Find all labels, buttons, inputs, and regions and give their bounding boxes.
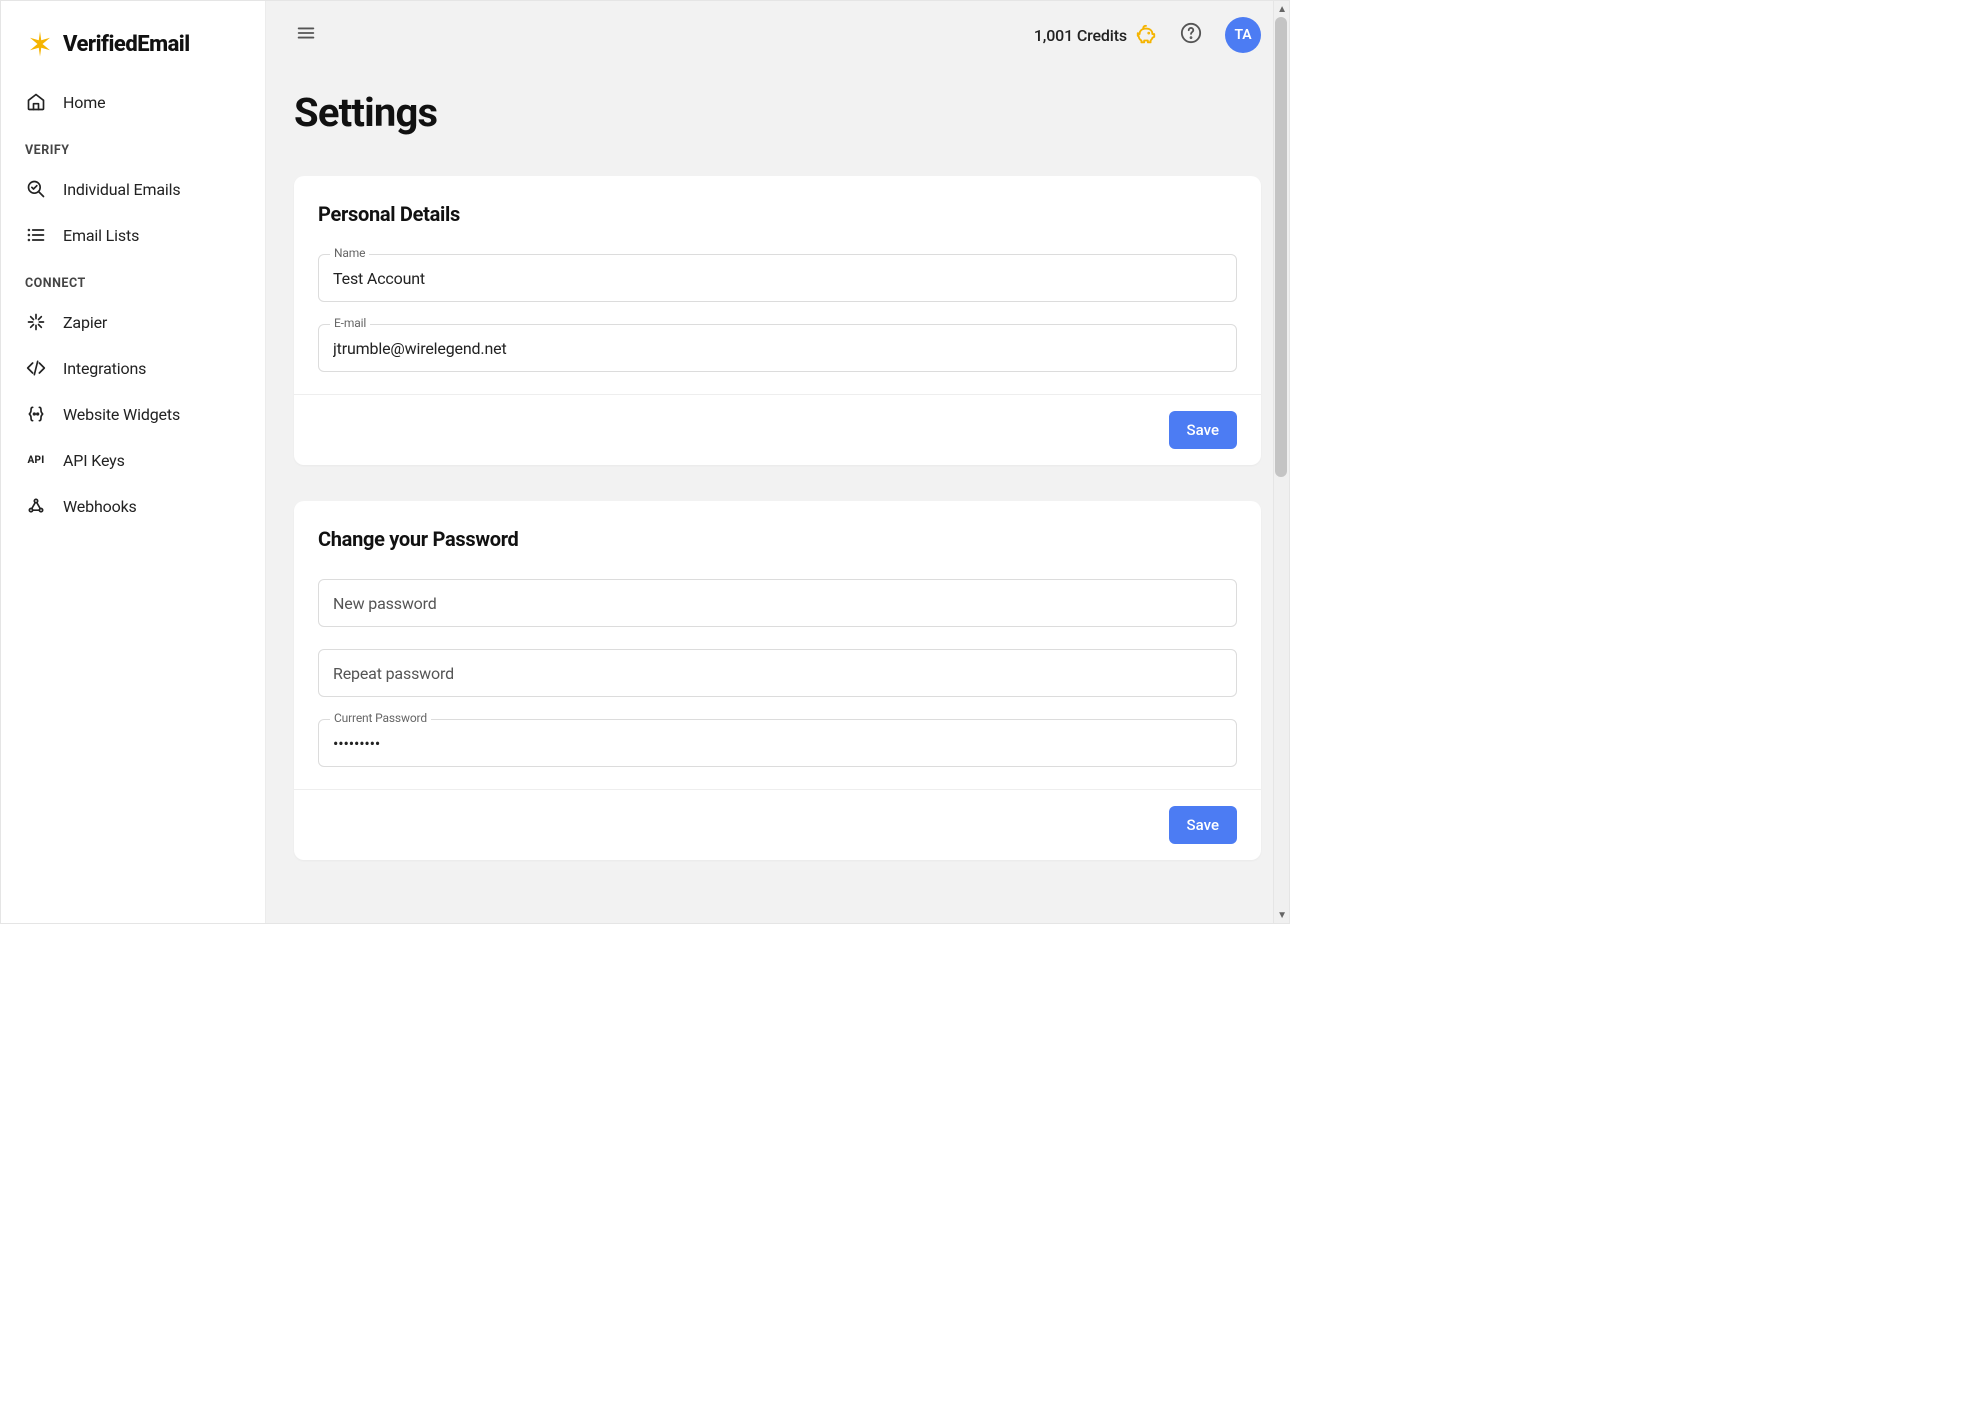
help-circle-icon [1180, 22, 1202, 48]
avatar-initials: TA [1235, 27, 1252, 43]
sidebar-item-individual-emails[interactable]: Individual Emails [15, 166, 251, 212]
sidebar-item-label: Integrations [63, 359, 146, 378]
sidebar-item-home[interactable]: Home [15, 79, 251, 125]
repeat-password-input[interactable] [318, 649, 1237, 697]
search-check-icon [25, 178, 47, 200]
brand-logo[interactable]: VerifiedEmail [15, 21, 251, 79]
sidebar-item-label: Home [63, 93, 105, 112]
sidebar-section-verify: VERIFY [15, 125, 251, 166]
sidebar-item-webhooks[interactable]: Webhooks [15, 483, 251, 529]
menu-toggle-button[interactable] [294, 23, 318, 47]
password-save-button[interactable]: Save [1169, 806, 1237, 844]
user-avatar[interactable]: TA [1225, 17, 1261, 53]
scroll-down-icon: ▼ [1274, 907, 1290, 923]
code-icon [25, 357, 47, 379]
name-input[interactable] [318, 254, 1237, 302]
credits-text: 1,001 Credits [1034, 26, 1127, 45]
personal-details-footer: Save [294, 394, 1261, 465]
change-password-footer: Save [294, 789, 1261, 860]
zapier-icon [25, 311, 47, 333]
braces-icon [25, 403, 47, 425]
repeat-password-field-wrapper [318, 649, 1237, 697]
sidebar-section-connect: CONNECT [15, 258, 251, 299]
sidebar: VerifiedEmail Home VERIFY Individual Ema… [1, 1, 266, 923]
piggy-bank-icon [1135, 24, 1157, 46]
content-scroll[interactable]: Settings Personal Details Name E-mail Sa… [266, 69, 1289, 923]
sidebar-item-integrations[interactable]: Integrations [15, 345, 251, 391]
new-password-field-wrapper [318, 579, 1237, 627]
sidebar-item-label: Email Lists [63, 226, 139, 245]
current-password-field-wrapper: Current Password [318, 719, 1237, 767]
new-password-input[interactable] [318, 579, 1237, 627]
api-icon: API [25, 449, 47, 471]
home-icon [25, 91, 47, 113]
credits-button[interactable]: 1,001 Credits [1034, 24, 1157, 46]
webhook-icon [25, 495, 47, 517]
sidebar-item-email-lists[interactable]: Email Lists [15, 212, 251, 258]
sidebar-item-label: API Keys [63, 451, 125, 470]
sidebar-item-label: Website Widgets [63, 405, 180, 424]
help-button[interactable] [1179, 23, 1203, 47]
sidebar-item-label: Zapier [63, 313, 107, 332]
current-password-label: Current Password [330, 711, 431, 725]
personal-details-card: Personal Details Name E-mail Save [294, 176, 1261, 465]
email-label: E-mail [330, 316, 370, 330]
main: 1,001 Credits TA Settings Pe [266, 1, 1289, 923]
sidebar-item-website-widgets[interactable]: Website Widgets [15, 391, 251, 437]
current-password-input[interactable] [318, 719, 1237, 767]
change-password-heading: Change your Password [318, 527, 1237, 551]
sidebar-item-label: Individual Emails [63, 180, 180, 199]
vertical-scrollbar[interactable]: ▲ ▼ [1273, 1, 1289, 923]
sidebar-item-label: Webhooks [63, 497, 137, 516]
scroll-thumb[interactable] [1275, 17, 1287, 477]
sidebar-item-zapier[interactable]: Zapier [15, 299, 251, 345]
name-field-wrapper: Name [318, 254, 1237, 302]
email-input[interactable] [318, 324, 1237, 372]
name-label: Name [330, 246, 369, 260]
brand-mark-icon [25, 29, 55, 59]
list-icon [25, 224, 47, 246]
personal-save-button[interactable]: Save [1169, 411, 1237, 449]
topbar: 1,001 Credits TA [266, 1, 1289, 69]
personal-details-heading: Personal Details [318, 202, 1237, 226]
change-password-card: Change your Password Current Password Sa… [294, 501, 1261, 860]
brand-name: VerifiedEmail [63, 32, 190, 57]
email-field-wrapper: E-mail [318, 324, 1237, 372]
scroll-up-icon: ▲ [1274, 1, 1290, 17]
page-title: Settings [294, 69, 1261, 176]
sidebar-item-api-keys[interactable]: API API Keys [15, 437, 251, 483]
hamburger-icon [295, 22, 317, 48]
